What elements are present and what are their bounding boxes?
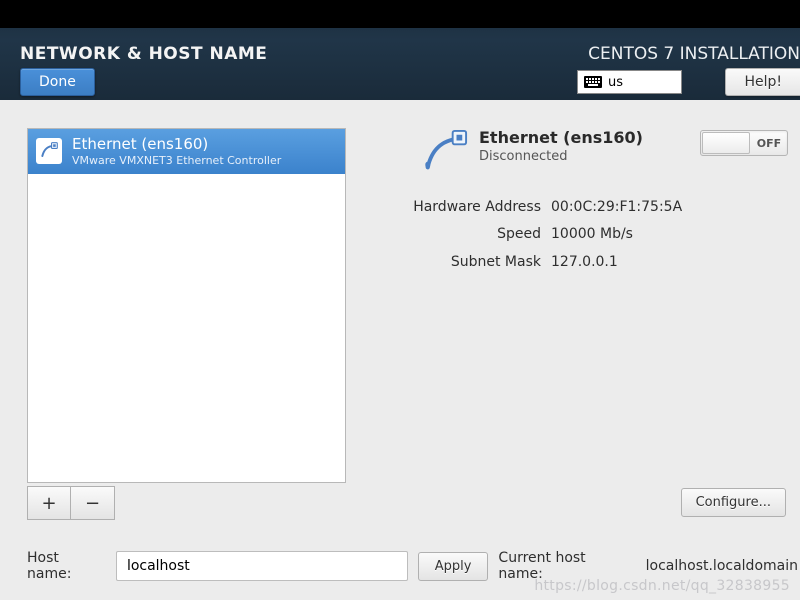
spec-value: 00:0C:29:F1:75:5A <box>551 194 682 221</box>
hostname-input[interactable] <box>116 551 408 581</box>
page-title: NETWORK & HOST NAME <box>20 44 267 64</box>
spec-value: 127.0.0.1 <box>551 249 618 276</box>
configure-button[interactable]: Configure... <box>681 488 786 517</box>
current-hostname-value: localhost.localdomain <box>646 558 798 574</box>
hostname-row: Host name: Apply Current host name: loca… <box>27 550 800 582</box>
current-hostname-label: Current host name: <box>498 550 627 582</box>
hostname-label: Host name: <box>27 550 106 582</box>
device-list-item[interactable]: Ethernet (ens160) VMware VMXNET3 Etherne… <box>28 129 345 174</box>
ethernet-large-icon <box>421 128 469 176</box>
add-device-button[interactable]: + <box>27 486 71 520</box>
ethernet-icon <box>36 138 62 164</box>
spec-label: Subnet Mask <box>365 249 541 276</box>
apply-button[interactable]: Apply <box>418 552 489 581</box>
done-button[interactable]: Done <box>20 68 95 96</box>
spec-value: 10000 Mb/s <box>551 221 633 248</box>
remove-device-button[interactable]: − <box>71 486 115 520</box>
device-name: Ethernet (ens160) <box>72 135 281 154</box>
toggle-label: OFF <box>751 137 787 150</box>
keyboard-icon <box>584 76 602 88</box>
device-list-panel: Ethernet (ens160) VMware VMXNET3 Etherne… <box>27 128 346 483</box>
device-list-buttons: + − <box>27 486 115 520</box>
device-subtitle: VMware VMXNET3 Ethernet Controller <box>72 154 281 168</box>
top-black-bar <box>0 0 800 28</box>
spec-row: Speed 10000 Mb/s <box>365 221 788 248</box>
detail-device-status: Disconnected <box>479 149 690 164</box>
device-list[interactable]: Ethernet (ens160) VMware VMXNET3 Etherne… <box>28 129 345 482</box>
device-spec-table: Hardware Address 00:0C:29:F1:75:5A Speed… <box>365 194 788 276</box>
connection-toggle[interactable]: OFF <box>700 130 788 156</box>
spec-label: Speed <box>365 221 541 248</box>
detail-device-name: Ethernet (ens160) <box>479 128 690 147</box>
installer-title: CENTOS 7 INSTALLATION <box>588 44 800 64</box>
content-area: Ethernet (ens160) VMware VMXNET3 Etherne… <box>0 100 800 600</box>
spec-label: Hardware Address <box>365 194 541 221</box>
spec-row: Hardware Address 00:0C:29:F1:75:5A <box>365 194 788 221</box>
header-bar: NETWORK & HOST NAME CENTOS 7 INSTALLATIO… <box>0 0 800 100</box>
keyboard-layout-label: us <box>608 75 623 90</box>
device-detail-pane: Ethernet (ens160) Disconnected OFF Hardw… <box>365 128 788 276</box>
spec-row: Subnet Mask 127.0.0.1 <box>365 249 788 276</box>
keyboard-layout-indicator[interactable]: us <box>577 70 682 94</box>
toggle-knob <box>702 132 750 154</box>
help-button[interactable]: Help! <box>725 68 800 96</box>
